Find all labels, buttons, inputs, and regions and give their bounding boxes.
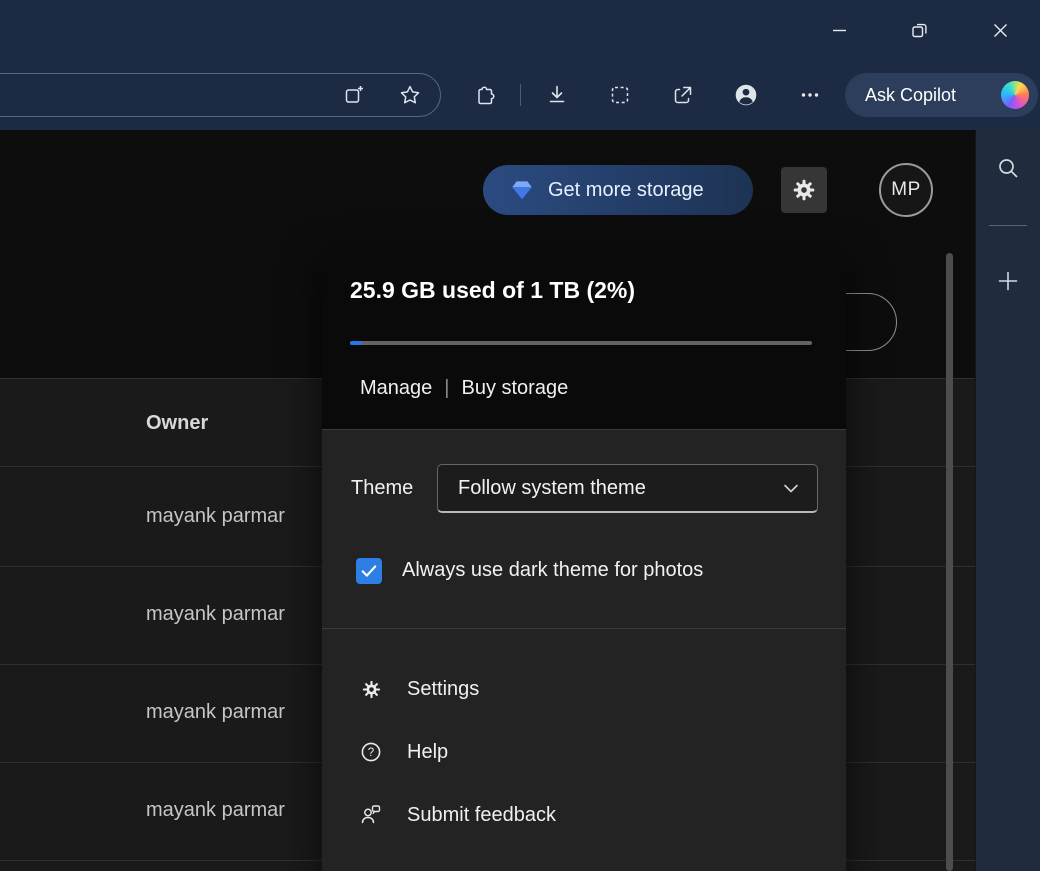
owner-cell[interactable]: mayank parmar	[146, 799, 285, 822]
share-button[interactable]	[661, 73, 705, 117]
storage-progress-track	[350, 341, 812, 345]
favorite-star-button[interactable]	[388, 73, 432, 117]
star-icon	[398, 83, 422, 107]
column-header-owner[interactable]: Owner	[146, 412, 208, 435]
settings-gear-icon	[359, 677, 383, 701]
svg-text:?: ?	[368, 747, 374, 759]
browser-menu-button[interactable]	[788, 73, 832, 117]
web-capture-icon	[608, 83, 632, 107]
sidebar-divider	[989, 225, 1027, 226]
theme-dropdown[interactable]: Follow system theme	[437, 464, 818, 513]
sidebar-search-button[interactable]	[990, 150, 1026, 186]
menu-item-label: Settings	[407, 678, 479, 701]
close-icon	[990, 20, 1011, 41]
theme-label: Theme	[351, 477, 413, 500]
buy-storage-link[interactable]: Buy storage	[461, 377, 568, 400]
window-titlebar	[0, 0, 1040, 60]
help-icon: ?	[359, 740, 383, 764]
minimize-button[interactable]	[815, 7, 863, 53]
storage-section: 25.9 GB used of 1 TB (2%) Manage | Buy s…	[322, 247, 846, 430]
copilot-logo-icon	[1001, 81, 1029, 109]
menu-item-settings[interactable]: Settings	[322, 669, 846, 709]
diamond-premium-icon	[509, 177, 535, 203]
manage-link[interactable]: Manage	[360, 377, 432, 400]
get-more-storage-label: Get more storage	[548, 179, 704, 202]
add-to-collections-button[interactable]	[332, 73, 376, 117]
profile-avatar-icon	[733, 82, 759, 108]
theme-dropdown-value: Follow system theme	[458, 477, 779, 500]
ask-copilot-label: Ask Copilot	[865, 85, 956, 106]
browser-profile-button[interactable]	[724, 73, 768, 117]
web-capture-button[interactable]	[598, 73, 642, 117]
restore-icon	[909, 20, 930, 41]
get-more-storage-button[interactable]: Get more storage	[483, 165, 753, 215]
toolbar-divider	[520, 84, 521, 106]
storage-usage-title: 25.9 GB used of 1 TB (2%)	[350, 277, 635, 304]
browser-toolbar: Ask Copilot	[0, 60, 1040, 130]
account-initials: MP	[891, 179, 921, 201]
sidebar-add-button[interactable]	[990, 263, 1026, 299]
owner-cell[interactable]: mayank parmar	[146, 701, 285, 724]
account-avatar[interactable]: MP	[879, 163, 933, 217]
minimize-icon	[829, 20, 850, 41]
menu-item-label: Submit feedback	[407, 804, 556, 827]
edge-sidebar	[975, 130, 1040, 871]
storage-progress-fill	[350, 341, 362, 345]
screen: Ask Copilot Owner mayank parmar mayank p…	[0, 0, 1040, 871]
owner-cell[interactable]: mayank parmar	[146, 505, 285, 528]
flyout-divider	[322, 628, 846, 629]
extensions-puzzle-icon	[473, 83, 497, 107]
share-icon	[671, 83, 695, 107]
menu-item-label: Help	[407, 741, 448, 764]
ask-copilot-button[interactable]: Ask Copilot	[845, 73, 1038, 117]
gear-icon	[791, 177, 817, 203]
collections-add-icon	[343, 84, 365, 106]
dark-theme-photos-checkbox[interactable]	[356, 558, 382, 584]
checkmark-icon	[359, 561, 379, 581]
download-icon	[545, 83, 569, 107]
link-separator: |	[444, 377, 449, 400]
dark-theme-photos-label: Always use dark theme for photos	[402, 559, 703, 582]
extensions-button[interactable]	[463, 73, 507, 117]
plus-icon	[996, 269, 1020, 293]
settings-gear-button[interactable]	[781, 167, 827, 213]
menu-item-submit-feedback[interactable]: Submit feedback	[322, 795, 846, 835]
search-icon	[995, 155, 1021, 181]
feedback-icon	[359, 803, 383, 827]
downloads-button[interactable]	[535, 73, 579, 117]
onedrive-page: Owner mayank parmar mayank parmar mayank…	[0, 130, 975, 871]
restore-button[interactable]	[895, 7, 943, 53]
page-scrollbar-thumb[interactable]	[946, 253, 953, 871]
close-button[interactable]	[976, 7, 1024, 53]
settings-flyout: 25.9 GB used of 1 TB (2%) Manage | Buy s…	[322, 247, 846, 871]
ellipsis-icon	[798, 83, 822, 107]
owner-cell[interactable]: mayank parmar	[146, 603, 285, 626]
chevron-down-icon	[779, 476, 803, 500]
menu-item-help[interactable]: ? Help	[322, 732, 846, 772]
storage-links: Manage | Buy storage	[360, 377, 568, 400]
